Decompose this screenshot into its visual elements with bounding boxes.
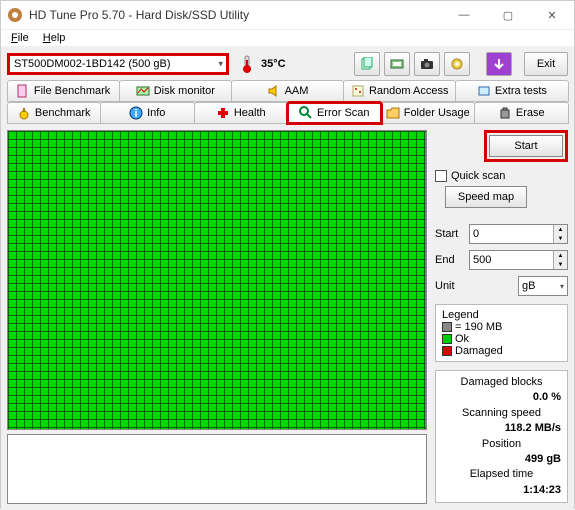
log-textbox[interactable]	[7, 434, 427, 504]
position-value: 499 gB	[442, 452, 561, 467]
menu-file[interactable]: File	[5, 30, 35, 46]
tab-error-scan[interactable]: Error Scan	[287, 102, 382, 124]
end-field[interactable]: 500▲▼	[469, 250, 568, 270]
unit-label: Unit	[435, 280, 465, 292]
damaged-blocks-value: 0.0 %	[442, 390, 561, 405]
window-title: HD Tune Pro 5.70 - Hard Disk/SSD Utility	[29, 8, 442, 22]
menubar: File Help	[1, 30, 574, 46]
chevron-down-icon: ▾	[560, 282, 564, 291]
tab-erase[interactable]: Erase	[474, 102, 569, 124]
tab-folder-usage[interactable]: Folder Usage	[381, 102, 476, 124]
end-field-label: End	[435, 254, 465, 266]
app-icon	[7, 7, 23, 23]
titlebar: HD Tune Pro 5.70 - Hard Disk/SSD Utility…	[1, 1, 574, 30]
elapsed-value: 1:14:23	[442, 483, 561, 498]
legend-block-icon	[442, 322, 452, 332]
device-select[interactable]: ST500DM002-1BD142 (500 gB) ▾	[7, 53, 229, 75]
temperature-value: 35°C	[261, 58, 286, 70]
tab-extra-tests[interactable]: Extra tests	[455, 80, 568, 102]
unit-select[interactable]: gB▾	[518, 276, 568, 296]
tabs: File Benchmark Disk monitor AAM Random A…	[1, 80, 574, 124]
minimize-button[interactable]: —	[442, 1, 486, 29]
menu-help[interactable]: Help	[37, 30, 72, 46]
tab-benchmark[interactable]: Benchmark	[7, 102, 102, 124]
exit-button[interactable]: Exit	[524, 52, 568, 76]
scanning-speed-value: 118.2 MB/s	[442, 421, 561, 436]
copy-screenshot-button[interactable]	[384, 52, 410, 76]
tab-file-benchmark[interactable]: File Benchmark	[7, 80, 120, 102]
stats-box: Damaged blocks 0.0 % Scanning speed 118.…	[435, 370, 568, 503]
legend-ok-icon	[442, 334, 452, 344]
svg-text:i: i	[135, 108, 138, 120]
scanning-speed-label: Scanning speed	[442, 406, 561, 421]
toolbar: ST500DM002-1BD142 (500 gB) ▾ 35°C Exit	[1, 46, 574, 80]
position-label: Position	[442, 437, 561, 452]
start-field-label: Start	[435, 228, 465, 240]
tab-info[interactable]: iInfo	[100, 102, 195, 124]
legend-box: Legend = 190 MB Ok Damaged	[435, 304, 568, 362]
thermometer-icon	[241, 55, 253, 73]
elapsed-label: Elapsed time	[442, 467, 561, 482]
start-button[interactable]: Start	[489, 135, 563, 157]
tab-health[interactable]: Health	[194, 102, 289, 124]
tab-disk-monitor[interactable]: Disk monitor	[119, 80, 232, 102]
maximize-button[interactable]: ▢	[486, 1, 530, 29]
tab-aam[interactable]: AAM	[231, 80, 344, 102]
speed-map-button[interactable]: Speed map	[445, 186, 527, 208]
legend-title: Legend	[442, 309, 561, 321]
save-button[interactable]	[486, 52, 512, 76]
screenshot-button[interactable]	[414, 52, 440, 76]
chevron-down-icon: ▾	[218, 59, 223, 70]
start-field[interactable]: 0▲▼	[469, 224, 568, 244]
legend-damaged-icon	[442, 346, 452, 356]
quick-scan-label: Quick scan	[451, 170, 505, 182]
block-map	[7, 130, 427, 430]
close-button[interactable]: ✕	[530, 1, 574, 29]
copy-info-button[interactable]	[354, 52, 380, 76]
quick-scan-checkbox[interactable]	[435, 170, 447, 182]
device-select-value: ST500DM002-1BD142 (500 gB)	[14, 58, 171, 70]
settings-button[interactable]	[444, 52, 470, 76]
damaged-blocks-label: Damaged blocks	[442, 375, 561, 390]
tab-random-access[interactable]: Random Access	[343, 80, 456, 102]
